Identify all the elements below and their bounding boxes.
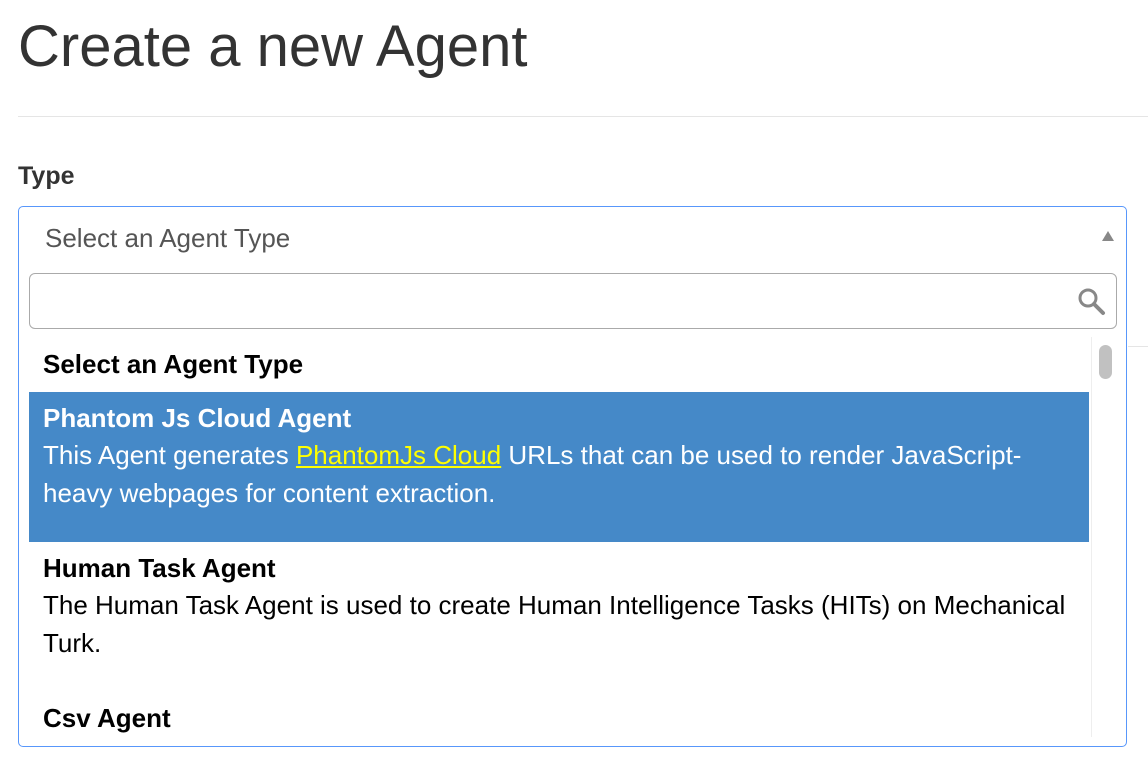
agent-type-select-current[interactable]: Select an Agent Type bbox=[19, 207, 1126, 271]
background-divider bbox=[1128, 346, 1148, 347]
result-option-description: The Human Task Agent is used to create H… bbox=[43, 590, 1066, 658]
agent-type-select-value: Select an Agent Type bbox=[45, 223, 291, 253]
result-option-description: This Agent generates PhantomJs Cloud URL… bbox=[43, 436, 1075, 512]
result-option-title: Human Task Agent bbox=[43, 553, 276, 583]
agent-type-results-list[interactable]: Select an Agent Type Phantom Js Cloud Ag… bbox=[29, 337, 1089, 746]
result-placeholder-option[interactable]: Select an Agent Type bbox=[29, 337, 1089, 392]
page-title: Create a new Agent bbox=[18, 14, 528, 79]
result-option-title: Phantom Js Cloud Agent bbox=[43, 403, 352, 433]
result-option-phantom-js-cloud-agent[interactable]: Phantom Js Cloud Agent This Agent genera… bbox=[29, 392, 1089, 542]
chevron-up-icon[interactable] bbox=[1102, 231, 1114, 241]
agent-type-search-input[interactable] bbox=[38, 280, 1072, 324]
type-label: Type bbox=[18, 162, 75, 190]
result-option-csv-agent[interactable]: Csv Agent bbox=[29, 692, 1089, 746]
results-scrollbar[interactable] bbox=[1091, 337, 1118, 737]
page: Create a new Agent Type Select an Agent … bbox=[0, 0, 1148, 776]
result-placeholder-label: Select an Agent Type bbox=[43, 349, 304, 379]
result-option-human-task-agent[interactable]: Human Task Agent The Human Task Agent is… bbox=[29, 542, 1089, 692]
title-divider bbox=[18, 116, 1148, 117]
search-icon bbox=[1078, 288, 1105, 315]
description-text: This Agent generates bbox=[43, 440, 296, 470]
agent-type-search-box[interactable] bbox=[29, 273, 1117, 329]
results-scrollbar-thumb[interactable] bbox=[1099, 345, 1112, 379]
agent-type-select[interactable]: Select an Agent Type Select an Agent Typ… bbox=[18, 206, 1127, 747]
phantomjs-cloud-link[interactable]: PhantomJs Cloud bbox=[296, 440, 501, 470]
result-option-title: Csv Agent bbox=[43, 703, 171, 733]
